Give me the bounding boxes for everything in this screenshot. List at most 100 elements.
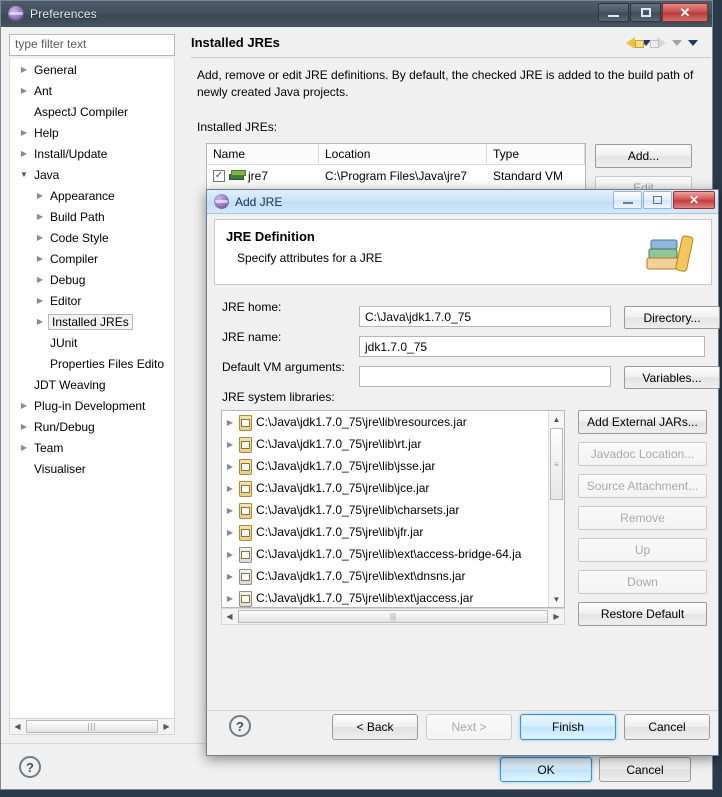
library-list-item[interactable]: ▶ C:\Java\jdk1.7.0_75\jre\lib\jfr.jar <box>222 521 564 543</box>
chevron-right-icon[interactable]: ▶ <box>32 317 48 326</box>
chevron-right-icon[interactable]: ▶ <box>222 506 238 515</box>
chevron-right-icon[interactable]: ▶ <box>32 275 48 284</box>
system-libraries-list[interactable]: ▶ C:\Java\jdk1.7.0_75\jre\lib\resources.j… <box>221 410 565 608</box>
chevron-right-icon[interactable]: ▶ <box>16 128 32 137</box>
chevron-right-icon[interactable]: ▶ <box>16 149 32 158</box>
cell-name[interactable]: ✓ jre7 <box>207 169 319 183</box>
libraries-horizontal-scrollbar[interactable]: ◀ ||| ▶ <box>221 608 565 625</box>
row-checkbox[interactable]: ✓ <box>213 170 225 182</box>
chevron-right-icon[interactable]: ▶ <box>16 422 32 431</box>
scroll-right-icon[interactable]: ▶ <box>159 719 174 734</box>
chevron-right-icon[interactable]: ▶ <box>222 484 238 493</box>
chevron-right-icon[interactable]: ▶ <box>32 254 48 263</box>
help-icon[interactable]: ? <box>19 756 41 778</box>
sidebar-item-appearance[interactable]: ▶ Appearance <box>10 185 174 206</box>
dialog-cancel-button[interactable]: Cancel <box>624 714 710 740</box>
view-menu-caret-icon[interactable] <box>688 40 698 46</box>
scroll-up-icon[interactable]: ▲ <box>549 411 564 427</box>
chevron-right-icon[interactable]: ▶ <box>222 418 238 427</box>
chevron-right-icon[interactable]: ▶ <box>222 528 238 537</box>
sidebar-item-install-update[interactable]: ▶ Install/Update <box>10 143 174 164</box>
dialog-maximize-button[interactable] <box>643 191 672 209</box>
scrollbar-thumb[interactable]: ≡ <box>550 428 563 500</box>
chevron-down-icon[interactable]: ▼ <box>16 170 32 179</box>
chevron-right-icon[interactable]: ▶ <box>222 594 238 603</box>
sidebar-item-help[interactable]: ▶ Help <box>10 122 174 143</box>
variables-button[interactable]: Variables... <box>624 366 720 389</box>
sidebar-item-build-path[interactable]: ▶ Build Path <box>10 206 174 227</box>
library-list-item[interactable]: ▶ C:\Java\jdk1.7.0_75\jre\lib\ext\dnsns.j… <box>222 565 564 587</box>
column-header-location[interactable]: Location <box>319 144 487 164</box>
restore-default-button[interactable]: Restore Default <box>578 602 707 626</box>
minimize-button[interactable] <box>598 3 629 22</box>
jre-home-input[interactable]: C:\Java\jdk1.7.0_75 <box>359 306 611 327</box>
filter-input[interactable]: type filter text <box>9 34 175 56</box>
ok-button[interactable]: OK <box>500 757 592 782</box>
chevron-right-icon[interactable]: ▶ <box>222 572 238 581</box>
dialog-close-button[interactable]: ✕ <box>673 191 715 209</box>
sidebar-item-editor[interactable]: ▶ Editor <box>10 290 174 311</box>
sidebar-item-team[interactable]: ▶ Team <box>10 437 174 458</box>
back-arrow-icon[interactable] <box>626 37 644 49</box>
back-button[interactable]: < Back <box>332 714 418 740</box>
library-list-item[interactable]: ▶ C:\Java\jdk1.7.0_75\jre\lib\rt.jar <box>222 433 564 455</box>
cancel-button[interactable]: Cancel <box>599 757 691 782</box>
scroll-down-icon[interactable]: ▼ <box>549 591 564 607</box>
sidebar-item-aspectj-compiler[interactable]: AspectJ Compiler <box>10 101 174 122</box>
chevron-right-icon[interactable]: ▶ <box>32 191 48 200</box>
add-jre-button[interactable]: Add... <box>595 144 692 168</box>
jre-name-input[interactable]: jdk1.7.0_75 <box>359 336 705 357</box>
sidebar-item-jdt-weaving[interactable]: JDT Weaving <box>10 374 174 395</box>
chevron-right-icon[interactable]: ▶ <box>222 440 238 449</box>
scrollbar-thumb[interactable]: ||| <box>26 720 158 733</box>
forward-arrow-icon[interactable] <box>650 37 666 49</box>
chevron-right-icon[interactable]: ▶ <box>32 233 48 242</box>
library-list-item[interactable]: ▶ C:\Java\jdk1.7.0_75\jre\lib\ext\access-… <box>222 543 564 565</box>
scrollbar-thumb[interactable]: ||| <box>238 610 548 623</box>
dialog-titlebar[interactable]: Add JRE ✕ <box>207 190 718 214</box>
tree-horizontal-scrollbar[interactable]: ◀ ||| ▶ <box>9 718 175 735</box>
sidebar-item-general[interactable]: ▶ General <box>10 59 174 80</box>
sidebar-item-visualiser[interactable]: Visualiser <box>10 458 174 479</box>
close-button[interactable]: ✕ <box>662 3 708 22</box>
directory-button[interactable]: Directory... <box>624 306 720 329</box>
scroll-left-icon[interactable]: ◀ <box>222 609 237 624</box>
sidebar-item-java[interactable]: ▼ Java <box>10 164 174 185</box>
preferences-tree[interactable]: ▶ General ▶ Ant AspectJ Compiler ▶ Help ▶ Instal… <box>9 59 175 718</box>
scroll-right-icon[interactable]: ▶ <box>549 609 564 624</box>
forward-dropdown-caret-icon[interactable] <box>672 40 682 46</box>
help-icon[interactable]: ? <box>229 715 251 737</box>
chevron-right-icon[interactable]: ▶ <box>222 550 238 559</box>
library-list-item[interactable]: ▶ C:\Java\jdk1.7.0_75\jre\lib\ext\jaccess… <box>222 587 564 607</box>
sidebar-item-plug-in-development[interactable]: ▶ Plug-in Development <box>10 395 174 416</box>
sidebar-item-compiler[interactable]: ▶ Compiler <box>10 248 174 269</box>
library-list-item[interactable]: ▶ C:\Java\jdk1.7.0_75\jre\lib\jsse.jar <box>222 455 564 477</box>
chevron-right-icon[interactable]: ▶ <box>32 296 48 305</box>
dialog-minimize-button[interactable] <box>613 191 642 209</box>
sidebar-item-run-debug[interactable]: ▶ Run/Debug <box>10 416 174 437</box>
chevron-right-icon[interactable]: ▶ <box>16 65 32 74</box>
chevron-right-icon[interactable]: ▶ <box>16 401 32 410</box>
library-list-item[interactable]: ▶ C:\Java\jdk1.7.0_75\jre\lib\jce.jar <box>222 477 564 499</box>
chevron-right-icon[interactable]: ▶ <box>16 443 32 452</box>
library-list-item[interactable]: ▶ C:\Java\jdk1.7.0_75\jre\lib\charsets.ja… <box>222 499 564 521</box>
table-row[interactable]: ✓ jre7 C:\Program Files\Java\jre7 Standa… <box>207 165 585 187</box>
chevron-right-icon[interactable]: ▶ <box>222 462 238 471</box>
sidebar-item-code-style[interactable]: ▶ Code Style <box>10 227 174 248</box>
sidebar-item-junit[interactable]: JUnit <box>10 332 174 353</box>
column-header-type[interactable]: Type <box>487 144 585 164</box>
maximize-button[interactable] <box>630 3 661 22</box>
sidebar-item-installed-jres[interactable]: ▶ Installed JREs <box>10 311 174 332</box>
vm-arguments-input[interactable] <box>359 366 611 387</box>
column-header-name[interactable]: Name <box>207 144 319 164</box>
libraries-vertical-scrollbar[interactable]: ▲ ≡ ▼ <box>548 411 564 607</box>
chevron-right-icon[interactable]: ▶ <box>16 86 32 95</box>
scroll-left-icon[interactable]: ◀ <box>10 719 25 734</box>
sidebar-item-ant[interactable]: ▶ Ant <box>10 80 174 101</box>
finish-button[interactable]: Finish <box>520 714 616 740</box>
sidebar-item-properties-files-edito[interactable]: Properties Files Edito <box>10 353 174 374</box>
add-external-jars-button[interactable]: Add External JARs... <box>578 410 707 434</box>
chevron-right-icon[interactable]: ▶ <box>32 212 48 221</box>
sidebar-item-debug[interactable]: ▶ Debug <box>10 269 174 290</box>
preferences-titlebar[interactable]: Preferences ✕ <box>1 1 712 27</box>
